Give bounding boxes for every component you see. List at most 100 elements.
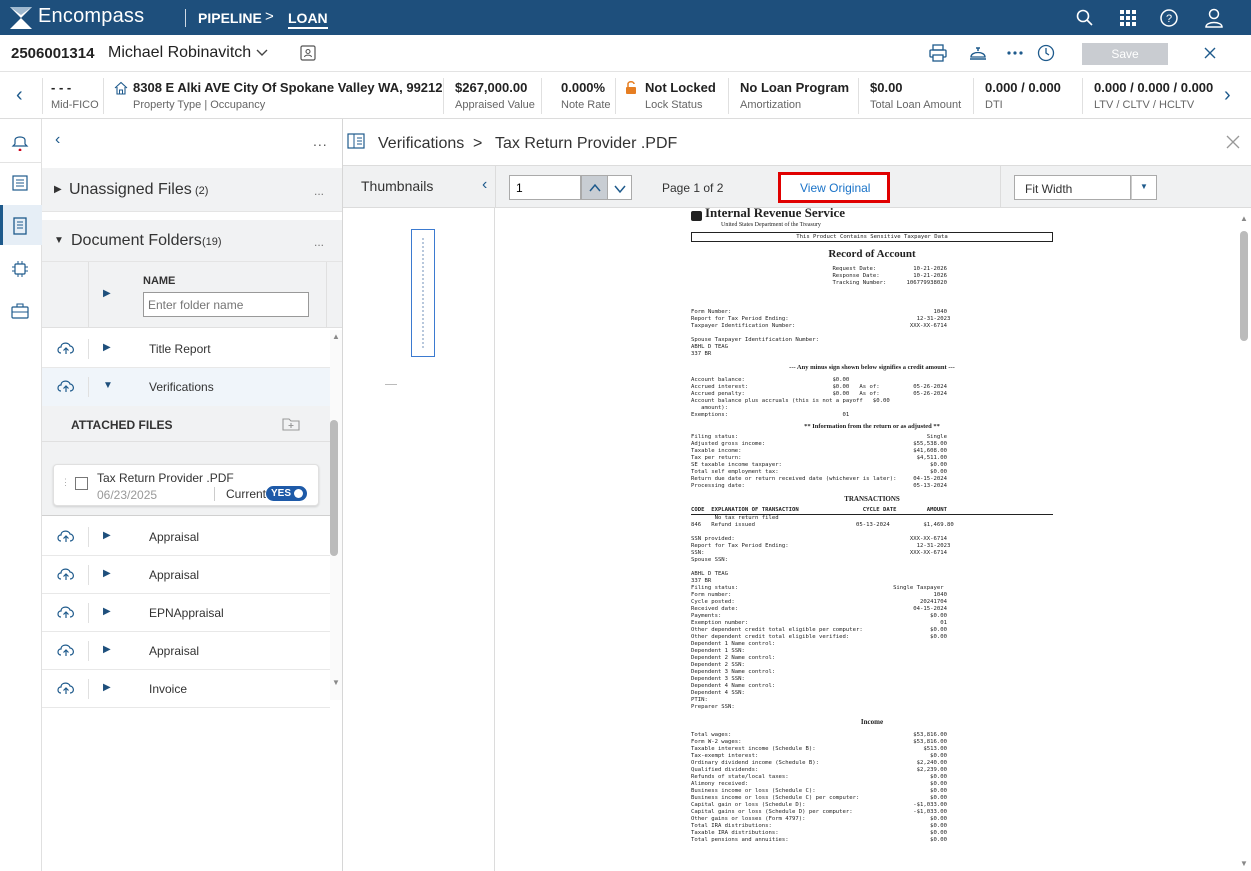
efolder-documents-icon[interactable]	[10, 216, 30, 236]
thumbnails-label: Thumbnails	[361, 178, 434, 194]
chevron-down-icon[interactable]	[255, 45, 269, 59]
document-line: Taxpayer Identification Number: XXX-XX-6…	[691, 323, 947, 329]
viewer-toolbar: Thumbnails ‹ Page 1 of 2 View Original F…	[343, 166, 1251, 208]
file-name[interactable]: Tax Return Provider .PDF	[97, 471, 234, 485]
left-rail	[0, 119, 42, 871]
document-folders-label: Document Folders	[71, 232, 202, 249]
document-line: ABHL D TEAG	[691, 344, 729, 350]
app-grid-icon[interactable]	[1117, 7, 1139, 29]
document-folders-section[interactable]: ▼ Document Folders (19) ...	[42, 220, 342, 262]
caret-right-icon[interactable]: ▶	[103, 606, 111, 617]
page-number-input[interactable]	[509, 175, 581, 200]
document-line: Qualified dividends: $2,239.00	[691, 767, 947, 773]
drag-handle-icon[interactable]: ⋮	[61, 477, 70, 488]
search-icon[interactable]	[1074, 7, 1096, 29]
viewer-breadcrumb-folder[interactable]: Verifications	[378, 135, 464, 153]
unassigned-files-section[interactable]: ▶ Unassigned Files (2) ...	[42, 168, 342, 212]
folder-name: Title Report	[149, 342, 211, 356]
breadcrumb-pipeline[interactable]: PIPELINE	[198, 10, 262, 26]
folders-more-icon[interactable]: ...	[314, 235, 324, 249]
cloud-upload-icon[interactable]	[56, 642, 76, 658]
document-line: 337 BR	[691, 351, 712, 357]
folder-row-appraisal-3[interactable]: ▶ Appraisal	[42, 632, 330, 670]
document-line: No tax return filed	[691, 515, 779, 521]
folder-name-filter-input[interactable]	[143, 292, 309, 317]
caret-right-icon[interactable]: ▶	[103, 530, 111, 541]
view-original-button[interactable]: View Original	[778, 172, 890, 203]
zoom-select-value: Fit Width	[1025, 182, 1073, 196]
chevron-left-icon[interactable]: ‹	[16, 84, 23, 107]
next-page-button[interactable]	[608, 175, 632, 200]
save-button[interactable]: Save	[1082, 43, 1168, 65]
folder-row-appraisal-1[interactable]: ▶ Appraisal	[42, 518, 330, 556]
breadcrumb-loan[interactable]: LOAN	[288, 10, 328, 29]
help-icon[interactable]: ?	[1158, 7, 1180, 29]
page-1-thumbnail[interactable]	[411, 229, 435, 357]
folder-row-appraisal-2[interactable]: ▶ Appraisal	[42, 556, 330, 594]
folder-scroll-thumb[interactable]	[330, 420, 338, 556]
cloud-upload-icon[interactable]	[56, 680, 76, 696]
chevron-right-icon[interactable]: ›	[1224, 84, 1231, 107]
history-clock-icon[interactable]	[1036, 43, 1056, 63]
document-line: Refunds of state/local taxes: $0.00	[691, 774, 947, 780]
previous-page-button[interactable]	[581, 175, 608, 200]
caret-right-icon[interactable]: ▶	[103, 682, 111, 693]
service-bell-icon[interactable]	[968, 43, 988, 63]
document-line: Return due date or return received date …	[691, 476, 947, 482]
folder-row-epnappraisal[interactable]: ▶ EPNAppraisal	[42, 594, 330, 632]
folder-row-invoice[interactable]: ▶ Invoice	[42, 670, 330, 708]
folder-list-scrollbar[interactable]: ▲ ▼	[330, 330, 342, 700]
caret-right-icon[interactable]: ▶	[103, 342, 111, 353]
unassigned-more-icon[interactable]: ...	[314, 184, 324, 198]
document-line: Exemption number: 01	[691, 620, 947, 626]
close-loan-icon[interactable]	[1202, 45, 1218, 61]
printer-icon[interactable]	[928, 43, 948, 63]
page-2-thumbnail[interactable]	[385, 384, 397, 385]
borrower-name[interactable]: Michael Robinavitch	[108, 44, 251, 62]
cloud-upload-icon[interactable]	[56, 566, 76, 582]
file-select-checkbox[interactable]	[75, 477, 88, 490]
file-date: 06/23/2025	[97, 488, 158, 502]
cloud-upload-icon[interactable]	[56, 378, 76, 394]
cloud-upload-icon[interactable]	[56, 340, 76, 356]
document-line: Spouse Taxpayer Identification Number:	[691, 337, 819, 343]
more-options-icon[interactable]	[1005, 43, 1025, 63]
add-file-folder-icon[interactable]	[281, 414, 301, 432]
current-toggle[interactable]: YES	[266, 486, 307, 501]
attached-file-card[interactable]: ⋮ Tax Return Provider .PDF 06/23/2025 Cu…	[53, 464, 319, 506]
document-line: Total pensions and annuities: $0.00	[691, 837, 947, 843]
alerts-bell-icon[interactable]	[10, 131, 30, 151]
cloud-upload-icon[interactable]	[56, 604, 76, 620]
collapse-panel-chevron-icon[interactable]: ‹	[55, 131, 60, 149]
unassigned-files-label: Unassigned Files	[69, 181, 192, 198]
close-viewer-icon[interactable]	[1225, 134, 1241, 150]
chevron-down-icon	[614, 185, 626, 194]
irs-eagle-logo	[691, 211, 702, 221]
caret-right-icon[interactable]: ▶	[103, 568, 111, 579]
document-panel-toggle-icon[interactable]	[347, 133, 365, 149]
income-lines: Total wages: $53,816.00 Form W-2 wages: $…	[691, 732, 1053, 844]
toolbox-icon[interactable]	[10, 301, 30, 321]
services-chip-icon[interactable]	[10, 259, 30, 279]
document-line: Payments: $0.00	[691, 613, 947, 619]
folder-row-verifications[interactable]: ▼ Verifications	[42, 368, 330, 406]
caret-right-icon[interactable]: ▶	[103, 644, 111, 655]
caret-down-icon[interactable]: ▼	[103, 380, 113, 391]
loan-summary-bar: ‹ - - - Mid-FICO 8308 E Alki AVE City Of …	[0, 72, 1251, 119]
expand-all-caret-icon[interactable]: ▶	[103, 288, 111, 299]
document-line: SSN: XXX-XX-6714	[691, 550, 947, 556]
zoom-dropdown-button[interactable]: ▼	[1131, 175, 1157, 200]
transactions-heading: TRANSACTIONS	[844, 495, 900, 503]
sensitive-data-banner: This Product Contains Sensitive Taxpayer…	[691, 232, 1053, 242]
collapse-thumbnails-icon[interactable]: ‹	[482, 176, 487, 194]
forms-icon[interactable]	[10, 173, 30, 193]
cloud-upload-icon[interactable]	[56, 528, 76, 544]
home-icon	[114, 81, 128, 95]
user-profile-icon[interactable]	[1203, 7, 1225, 29]
borrower-contact-icon[interactable]	[298, 43, 318, 63]
folder-row-title-report[interactable]: ▶ Title Report	[42, 330, 330, 368]
document-scroll-thumb[interactable]	[1240, 231, 1248, 341]
zoom-select[interactable]: Fit Width	[1014, 175, 1131, 200]
panel-more-options-icon[interactable]: ...	[313, 133, 328, 149]
document-scrollbar[interactable]: ▲ ▼	[1237, 208, 1251, 871]
